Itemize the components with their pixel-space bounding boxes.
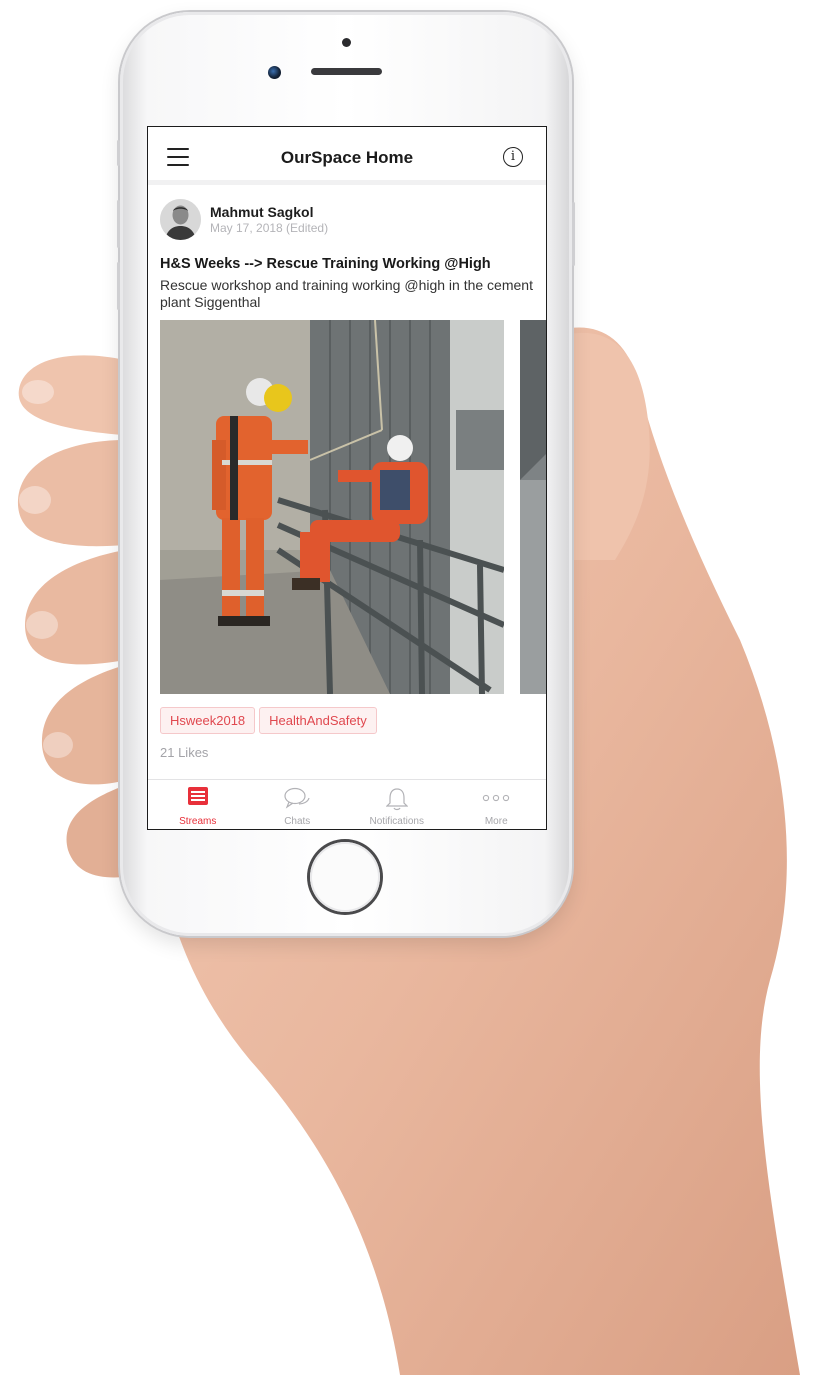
author-avatar[interactable]	[160, 199, 201, 240]
info-icon[interactable]: i	[503, 147, 523, 167]
tab-streams[interactable]: Streams	[148, 780, 248, 829]
bottom-tabbar: Streams Chats Notifications More	[148, 779, 547, 829]
power-button	[572, 202, 575, 266]
chat-bubbles-icon	[284, 787, 310, 814]
tab-more[interactable]: More	[447, 780, 547, 829]
app-screen: OurSpace Home i Mahmut Sagkol May 17, 20…	[147, 126, 547, 830]
earpiece-speaker	[311, 68, 382, 75]
tag-chip[interactable]: HealthAndSafety	[259, 707, 377, 734]
page-title: OurSpace Home	[280, 148, 414, 167]
volume-down-button	[117, 262, 120, 310]
proximity-sensor	[342, 38, 351, 47]
post-date: May 17, 2018 (Edited)	[210, 221, 329, 235]
streams-icon	[187, 787, 208, 810]
front-camera	[268, 66, 281, 79]
tab-chats[interactable]: Chats	[248, 780, 348, 829]
post-title: H&S Weeks --> Rescue Training Working @H…	[160, 256, 491, 272]
volume-up-button	[117, 200, 120, 248]
bell-icon	[385, 787, 409, 816]
home-button[interactable]	[310, 842, 380, 912]
post-photo-next[interactable]	[520, 320, 546, 694]
tab-label: More	[484, 816, 508, 827]
more-dots-icon	[482, 787, 510, 814]
tab-notifications[interactable]: Notifications	[347, 780, 447, 829]
top-navbar: OurSpace Home i	[148, 127, 546, 185]
tab-label: Notifications	[369, 816, 424, 827]
tag-list: Hsweek2018 HealthAndSafety	[160, 707, 377, 734]
author-name[interactable]: Mahmut Sagkol	[210, 204, 313, 220]
tag-chip[interactable]: Hsweek2018	[160, 707, 256, 734]
tab-label: Streams	[179, 816, 217, 827]
mute-switch	[117, 140, 120, 166]
tab-label: Chats	[284, 816, 311, 827]
likes-count[interactable]: 21 Likes	[160, 745, 208, 760]
post-photo[interactable]	[160, 320, 504, 694]
phone-frame: OurSpace Home i Mahmut Sagkol May 17, 20…	[117, 12, 575, 936]
post-body: Rescue workshop and training working @hi…	[160, 277, 533, 310]
